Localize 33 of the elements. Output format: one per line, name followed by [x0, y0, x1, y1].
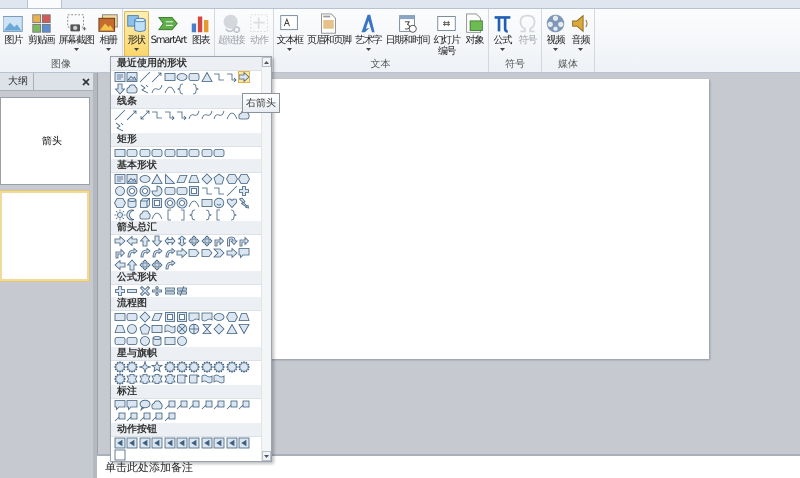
ribbon-button[interactable]: 剪贴画 [26, 11, 56, 57]
ribbon-button[interactable]: SmartArt [148, 11, 188, 57]
thumbnail-title: 箭头 [42, 134, 62, 148]
section-heading: 最近使用的形状 [111, 57, 261, 71]
ribbon-button[interactable]: 图表 [188, 11, 214, 57]
slide-thumbnail[interactable]: 箭头 [0, 97, 90, 185]
section-heading: 星与旗帜 [111, 347, 261, 361]
section-heading: 动作按钮 [111, 423, 261, 437]
tooltip: 右箭头 [242, 93, 280, 113]
group-label: 图像 [50, 59, 71, 72]
ribbon-button[interactable]: 对象 [462, 11, 487, 57]
group-label: 文本 [370, 59, 391, 72]
section-heading: 基本形状 [111, 159, 261, 173]
ribbon-button[interactable]: 屏幕截图 [56, 11, 96, 57]
ribbon-button[interactable]: 相册 [96, 11, 121, 57]
ribbon-button[interactable]: 图片 [1, 11, 26, 57]
ribbon-button[interactable]: 音频 [568, 11, 593, 57]
ribbon-button[interactable]: 形状 [124, 11, 149, 57]
section-heading: 矩形 [111, 133, 261, 147]
section-heading: 标注 [111, 385, 261, 399]
ribbon-button[interactable]: 日期和时间 [383, 11, 432, 57]
section-heading: 公式形状 [111, 271, 261, 285]
ribbon-button[interactable]: 幻灯片 编号 [431, 11, 462, 57]
notes-placeholder[interactable]: 单击此处添加备注 [105, 460, 193, 474]
section-heading: 箭头总汇 [111, 221, 261, 235]
ribbon-button[interactable]: 文本框 [274, 11, 305, 57]
group-label: 符号 [504, 59, 525, 72]
ribbon-button[interactable]: 视频 [542, 11, 568, 57]
ribbon-button[interactable]: 艺术字 [352, 11, 384, 57]
ribbon-button[interactable]: 公式 [490, 11, 515, 57]
ribbon-button[interactable]: 页眉和页脚 [304, 11, 353, 57]
section-heading: 流程图 [111, 297, 261, 311]
group-label: 媒体 [558, 59, 578, 72]
